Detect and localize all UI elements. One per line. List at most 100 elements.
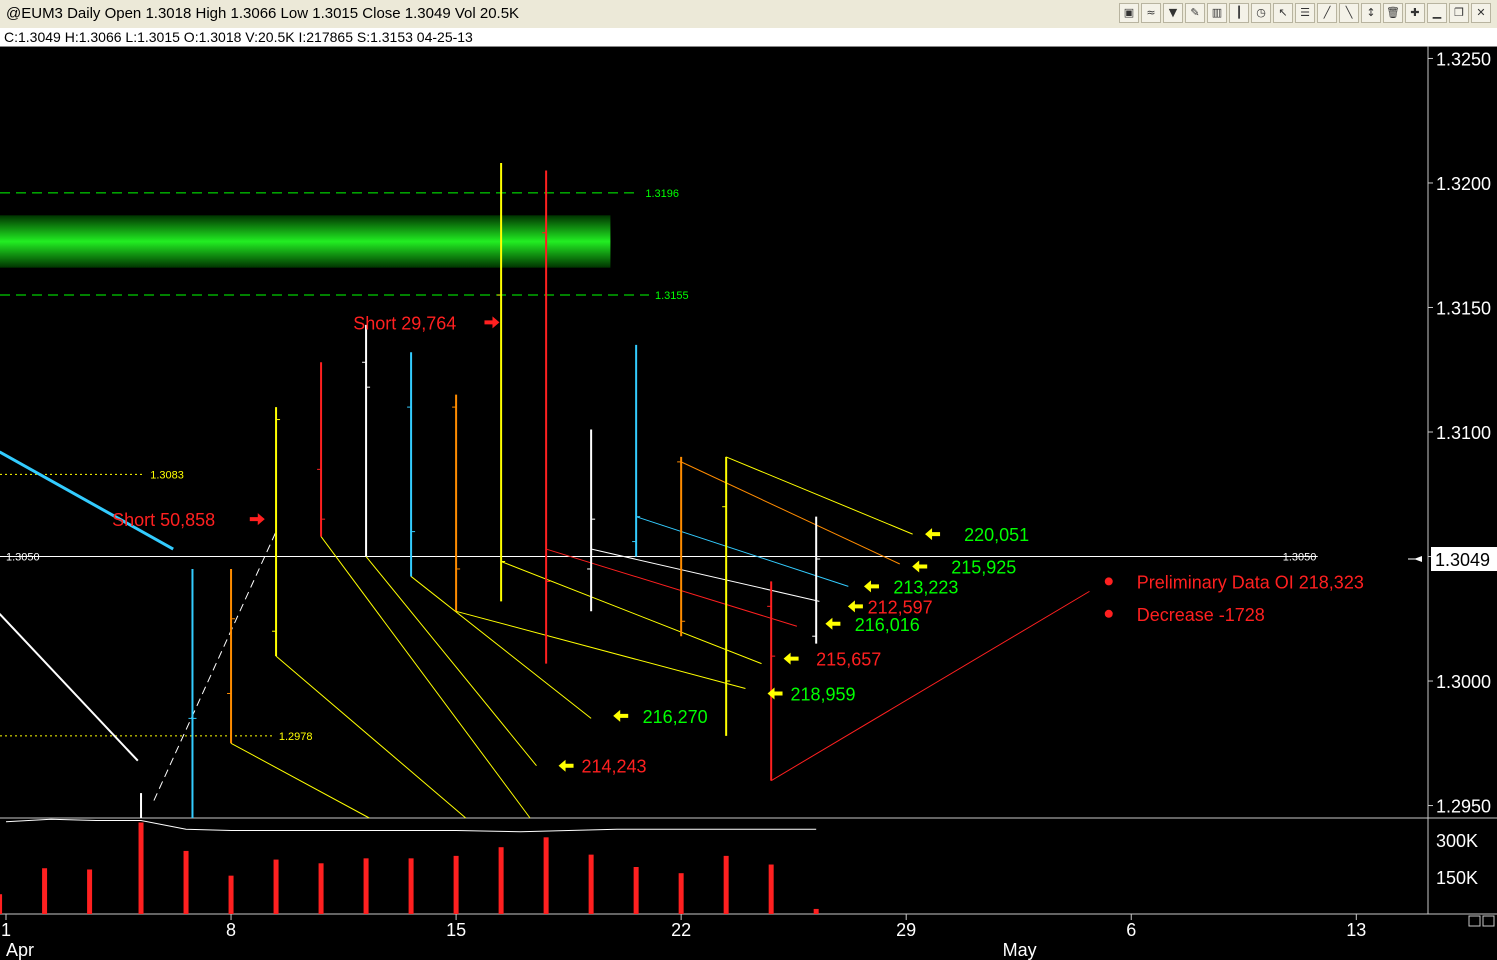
oi-arrow-icon [912,560,928,573]
toolbar: ▣ ≈ ▼ ✎ ▥ ┃ ◷ ↖ ☰ ╱ ╲ ↕ 🗑 ✚ ▁ ❐ ✕ [1119,3,1491,23]
delete-icon[interactable]: 🗑 [1383,3,1403,23]
pencil-icon[interactable]: ✎ [1185,3,1205,23]
oi-label: 220,051 [964,525,1029,545]
line-tool-icon[interactable]: ╱ [1317,3,1337,23]
date-tick-label: 6 [1126,920,1136,940]
volume-tick-label: 300K [1436,831,1478,851]
window-title: @EUM3 Daily Open 1.3018 High 1.3066 Low … [6,5,520,22]
ref-line-label: 1.3083 [150,469,184,481]
volume-bar[interactable] [723,855,729,914]
short-arrow-icon [249,513,265,526]
volume-bar[interactable] [42,868,48,914]
open-interest-line [5,818,817,833]
restore-icon[interactable]: ❐ [1449,3,1469,23]
date-tick-label: 8 [226,920,236,940]
volume-bar[interactable] [633,867,639,914]
price-tick-label: 1.3150 [1436,298,1491,318]
supply-zone [0,215,611,268]
cursor-icon[interactable]: ↖ [1273,3,1293,23]
oi-arrow-icon [558,759,574,772]
short-label: Short 50,858 [112,510,215,530]
title-bar: @EUM3 Daily Open 1.3018 High 1.3066 Low … [0,0,1497,29]
volume-bar[interactable] [813,908,819,914]
close-icon[interactable]: ✕ [1471,3,1491,23]
legend-dot [1104,577,1113,586]
trend-line [0,613,139,762]
short-label: Short 29,764 [353,313,456,333]
current-price-label: 1.3049 [1435,550,1490,570]
price-tick-label: 1.3000 [1436,672,1491,692]
volume-bar[interactable] [678,873,684,914]
zoom-in-icon[interactable] [1468,915,1481,927]
short-arrow-icon [484,316,500,329]
price-tick-label: 1.2950 [1436,797,1491,817]
volume-bar[interactable] [138,822,144,914]
trend-line [365,556,537,767]
volume-bar[interactable] [87,869,93,914]
ref-line-label: 1.3155 [655,290,689,302]
open-icon[interactable]: ▣ [1119,3,1139,23]
trend-line [0,450,174,551]
volume-bar[interactable] [273,859,279,914]
volume-bar[interactable] [318,863,324,914]
oi-label: 214,243 [581,757,646,777]
filter-icon[interactable]: ▼ [1163,3,1183,23]
oi-arrow-icon [825,617,841,630]
oi-label: 216,270 [643,707,708,727]
volume-bar[interactable] [453,855,459,914]
zoom-out-icon[interactable] [1482,915,1495,927]
volume-bar[interactable] [183,850,189,914]
bar-chart-icon[interactable]: ▥ [1207,3,1227,23]
volume-bar[interactable] [228,875,234,914]
date-tick-label: 22 [671,920,691,940]
chart-icon[interactable]: ☰ [1295,3,1315,23]
waves-icon[interactable]: ≈ [1141,3,1161,23]
volume-bar[interactable] [408,858,414,914]
trend-line [680,461,900,565]
oi-arrow-icon [767,687,783,700]
legend-label: Decrease -1728 [1137,605,1265,625]
legend-label: Preliminary Data OI 218,323 [1137,572,1364,592]
clock-icon[interactable]: ◷ [1251,3,1271,23]
oi-arrow-icon [847,600,863,613]
volume-bar[interactable] [543,837,549,914]
candle-icon[interactable]: ┃ [1229,3,1249,23]
month-label: May [1003,940,1037,960]
price-tick-label: 1.3250 [1436,49,1491,69]
oi-label: 215,925 [951,557,1016,577]
oi-arrow-icon [783,652,799,665]
oi-arrow-icon [613,709,629,722]
date-tick-label: 15 [446,920,466,940]
oi-label: 218,959 [790,684,855,704]
data-bar: C:1.3049 H:1.3066 L:1.3015 O:1.3018 V:20… [0,28,1497,47]
volume-bar[interactable] [588,854,594,914]
oi-label: 216,016 [855,615,920,635]
ref-line-label: 1.3196 [645,188,679,200]
date-tick-label: 1 [1,920,11,940]
price-tick-label: 1.3200 [1436,174,1491,194]
price-chart[interactable]: 1.3196 1.3155 1.3083 1.2978 1.3050 1.3050 220,… [0,46,1497,960]
month-label: Apr [6,940,34,960]
arrow-tool-icon[interactable]: ↕ [1361,3,1381,23]
volume-bar[interactable] [0,894,3,914]
trend-line [230,742,370,819]
tiny-label: +10 [1475,946,1489,955]
volume-bar[interactable] [363,858,369,914]
date-tick-label: 29 [896,920,916,940]
ref-line-label: 1.3050 [1283,552,1317,564]
oi-label: 215,657 [816,650,881,670]
minimize-icon[interactable]: ▁ [1427,3,1447,23]
ref-line-label-left: 1.3050 [6,552,40,564]
volume-bar[interactable] [498,847,504,914]
trend-line [455,610,746,689]
line-tool-icon[interactable]: ╲ [1339,3,1359,23]
ref-line-label: 1.2978 [279,731,313,743]
oi-label: 213,223 [893,577,958,597]
volume-tick-label: 150K [1436,868,1478,888]
volume-bar[interactable] [768,864,774,914]
trend-line [320,536,531,819]
data-readout: C:1.3049 H:1.3066 L:1.3015 O:1.3018 V:20… [4,29,473,45]
date-tick-label: 13 [1346,920,1366,940]
price-tick-label: 1.3100 [1436,423,1491,443]
wrench-icon[interactable]: ✚ [1405,3,1425,23]
